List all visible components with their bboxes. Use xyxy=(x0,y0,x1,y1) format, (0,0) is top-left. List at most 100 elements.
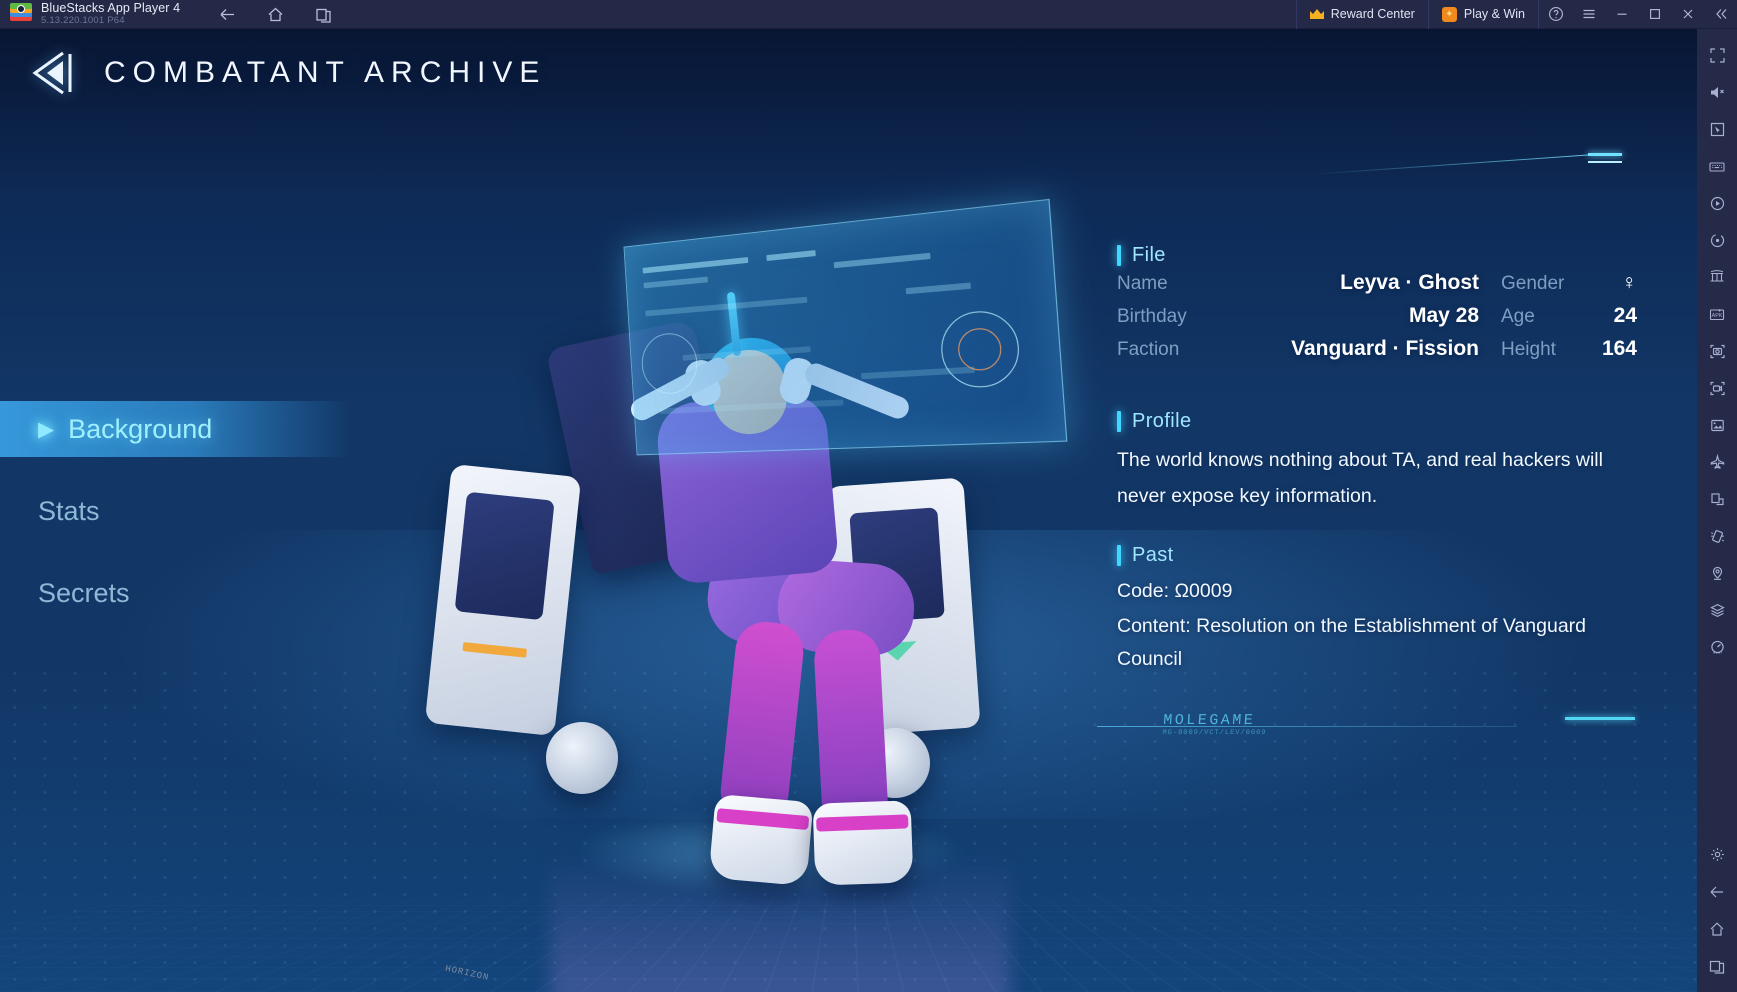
fullscreen-icon[interactable] xyxy=(1697,37,1737,74)
file-label-height: Height xyxy=(1501,339,1556,360)
arm-stripe-left xyxy=(462,642,528,658)
chevrons-left-icon[interactable] xyxy=(1704,0,1737,29)
bluestacks-logo-icon xyxy=(10,3,32,25)
file-value-name: Leyva · Ghost xyxy=(1340,271,1479,294)
nav-label-secrets: Secrets xyxy=(38,577,130,608)
resize-icon[interactable] xyxy=(1697,481,1737,518)
mute-icon[interactable] xyxy=(1697,74,1737,111)
play-and-win-button[interactable]: ✦ Play & Win xyxy=(1427,0,1538,29)
nav-label-stats: Stats xyxy=(38,495,100,526)
bluestacks-toolbar: APK xyxy=(1697,29,1737,992)
profile-section-header: Profile xyxy=(1117,410,1637,433)
profile-section-title: Profile xyxy=(1132,410,1192,432)
airplane-mode-icon[interactable] xyxy=(1697,444,1737,481)
window-controls xyxy=(1538,0,1737,29)
file-label-birthday: Birthday xyxy=(1117,306,1187,327)
back-button[interactable] xyxy=(216,3,238,25)
app-version: 5.13.220.1001 P64 xyxy=(41,15,125,26)
app-identity: BlueStacks App Player 4 5.13.220.1001 P6… xyxy=(41,0,180,29)
layers-icon[interactable] xyxy=(1697,592,1737,629)
hud-line-top xyxy=(1307,153,1597,176)
performance-icon[interactable] xyxy=(1697,629,1737,666)
hud-line-bottom xyxy=(1097,726,1517,727)
file-label-name: Name xyxy=(1117,273,1168,294)
screenshot-icon[interactable] xyxy=(1697,333,1737,370)
chair-wheel-left xyxy=(546,722,618,794)
file-label-faction: Faction xyxy=(1117,339,1180,360)
keyboard-controls-icon[interactable] xyxy=(1697,148,1737,185)
play-and-win-label: Play & Win xyxy=(1463,7,1525,21)
hud-dash-top-2 xyxy=(1588,161,1622,163)
mech-brand-label: HORIZON xyxy=(444,963,491,983)
crown-icon xyxy=(1309,8,1324,20)
install-apk-icon[interactable]: APK xyxy=(1697,296,1737,333)
help-icon[interactable] xyxy=(1539,0,1572,29)
recents-button[interactable] xyxy=(312,3,334,25)
android-nav-buttons xyxy=(216,3,334,25)
rotate-icon[interactable] xyxy=(1697,222,1737,259)
cursor-icon[interactable] xyxy=(1697,111,1737,148)
home-icon[interactable] xyxy=(1697,910,1737,947)
file-value-faction: Vanguard · Fission xyxy=(1291,337,1479,360)
minimize-icon[interactable] xyxy=(1605,0,1638,29)
boot-band-right xyxy=(816,814,909,832)
past-content-line: Content: Resolution on the Establishment… xyxy=(1117,615,1587,671)
nav-spacer-1 xyxy=(0,457,350,483)
macro-record-icon[interactable] xyxy=(1697,185,1737,222)
settings-icon[interactable] xyxy=(1697,836,1737,873)
file-value-birthday: May 28 xyxy=(1408,304,1479,327)
coin-icon: ✦ xyxy=(1441,6,1457,22)
arm-panel-left xyxy=(454,491,555,621)
game-viewport[interactable]: MOLEGAME MG-0009/VCT/LEV/0009 HORIZON CO… xyxy=(0,29,1697,992)
bluestacks-window: BlueStacks App Player 4 5.13.220.1001 P6… xyxy=(0,0,1737,992)
back-icon[interactable] xyxy=(1697,873,1737,910)
window-titlebar: BlueStacks App Player 4 5.13.220.1001 P6… xyxy=(0,0,1737,29)
file-rows: Name Leyva · Ghost Gender ♀ Birthday May… xyxy=(1117,271,1637,370)
file-row-faction: Faction Vanguard · Fission Height 164 xyxy=(1117,337,1637,370)
nav-item-stats[interactable]: Stats xyxy=(0,483,350,539)
character-illustration: HORIZON xyxy=(424,182,1090,992)
watermark-text: MOLEGAME xyxy=(1162,712,1256,729)
play-triangle-icon: ▶ xyxy=(38,417,55,441)
media-manager-icon[interactable] xyxy=(1697,407,1737,444)
file-section-title: File xyxy=(1132,244,1166,266)
hamburger-icon[interactable] xyxy=(1572,0,1605,29)
section-accent-bar-profile xyxy=(1117,411,1121,432)
hud-dash-bottom xyxy=(1565,717,1635,720)
page-header: COMBATANT ARCHIVE xyxy=(30,47,546,99)
watermark-subtext: MG-0009/VCT/LEV/0009 xyxy=(1162,729,1267,737)
file-row-birthday: Birthday May 28 Age 24 xyxy=(1117,304,1637,337)
nav-item-background[interactable]: ▶ Background xyxy=(0,401,350,457)
file-value-height: 164 xyxy=(1601,337,1637,360)
recents-icon[interactable] xyxy=(1697,947,1737,984)
hud-dash-top-1 xyxy=(1588,153,1622,156)
profile-text: The world knows nothing about TA, and re… xyxy=(1117,449,1603,508)
nav-label-background: Background xyxy=(68,413,213,444)
past-section-header: Past xyxy=(1117,544,1637,567)
section-accent-bar xyxy=(1117,245,1121,266)
character-info-panel: File Name Leyva · Ghost Gender ♀ Birthda… xyxy=(1117,244,1637,677)
nav-item-secrets[interactable]: Secrets xyxy=(0,565,350,621)
character-boot-left xyxy=(708,793,814,887)
reward-center-button[interactable]: Reward Center xyxy=(1295,0,1428,29)
file-row-name: Name Leyva · Ghost Gender ♀ xyxy=(1117,271,1637,304)
archive-section-nav: ▶ Background Stats Secrets xyxy=(0,401,350,621)
game-watermark: MOLEGAME MG-0009/VCT/LEV/0009 xyxy=(1162,712,1268,737)
file-value-gender: ♀ xyxy=(1621,271,1637,294)
home-button[interactable] xyxy=(264,3,286,25)
character-boot-right xyxy=(812,800,914,886)
close-icon[interactable] xyxy=(1671,0,1704,29)
shake-icon[interactable] xyxy=(1697,518,1737,555)
app-name: BlueStacks App Player 4 xyxy=(41,1,181,15)
page-title: COMBATANT ARCHIVE xyxy=(104,56,547,89)
archive-back-button[interactable] xyxy=(30,47,82,99)
file-label-gender: Gender xyxy=(1501,273,1565,294)
multi-instance-icon[interactable] xyxy=(1697,259,1737,296)
location-icon[interactable] xyxy=(1697,555,1737,592)
record-video-icon[interactable] xyxy=(1697,370,1737,407)
file-label-age: Age xyxy=(1501,306,1535,327)
panel-gap-1 xyxy=(1117,370,1637,410)
panel-gap-2 xyxy=(1117,514,1637,544)
file-section-header: File xyxy=(1117,244,1637,267)
maximize-icon[interactable] xyxy=(1638,0,1671,29)
